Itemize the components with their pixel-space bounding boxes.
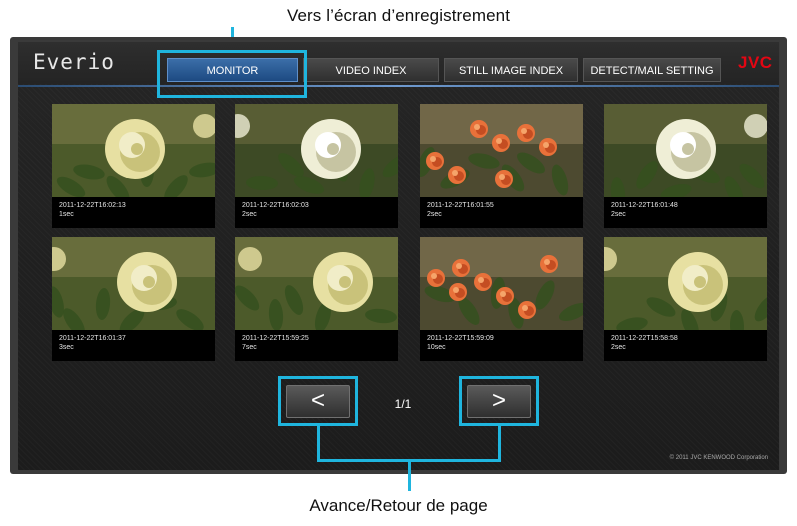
video-timestamp: 2011-12-22T16:01:55 <box>427 202 494 209</box>
video-thumbnail[interactable]: 2011-12-22T16:02:03 2sec <box>235 104 398 228</box>
video-timestamp: 2011-12-22T15:59:25 <box>242 335 309 342</box>
thumbnail-image <box>420 237 583 330</box>
thumbnail-image <box>52 104 215 197</box>
video-duration: 1sec <box>59 211 74 218</box>
thumbnail-caption: 2011-12-22T16:02:13 1sec <box>52 197 215 228</box>
thumbnail-image <box>235 237 398 330</box>
thumbnail-image <box>604 104 767 197</box>
video-thumbnail[interactable]: 2011-12-22T16:01:37 3sec <box>52 237 215 361</box>
header-divider <box>18 85 779 87</box>
thumbnail-caption: 2011-12-22T16:01:37 3sec <box>52 330 215 361</box>
annotation-line <box>498 426 501 462</box>
video-timestamp: 2011-12-22T16:02:03 <box>242 202 309 209</box>
video-thumbnail[interactable]: 2011-12-22T15:59:09 10sec <box>420 237 583 361</box>
video-thumbnail[interactable]: 2011-12-22T16:01:55 2sec <box>420 104 583 228</box>
video-timestamp: 2011-12-22T15:58:58 <box>611 335 678 342</box>
tab-detect-mail-setting[interactable]: DETECT/MAIL SETTING <box>583 58 721 82</box>
annotation-line <box>408 459 411 491</box>
annotation-box-prev <box>278 376 358 426</box>
video-timestamp: 2011-12-22T16:01:48 <box>611 202 678 209</box>
video-thumbnail[interactable]: 2011-12-22T16:01:48 2sec <box>604 104 767 228</box>
thumbnail-caption: 2011-12-22T16:01:48 2sec <box>604 197 767 228</box>
annotation-box-monitor <box>157 50 307 98</box>
thumbnail-image <box>235 104 398 197</box>
video-duration: 7sec <box>242 344 257 351</box>
top-annotation-caption: Vers l’écran d’enregistrement <box>286 6 511 25</box>
jvc-logo: JVC <box>738 53 773 72</box>
tab-video-index[interactable]: VIDEO INDEX <box>303 58 439 82</box>
video-timestamp: 2011-12-22T15:59:09 <box>427 335 494 342</box>
page-indicator: 1/1 <box>394 397 412 411</box>
everio-logo: Everio <box>33 50 115 74</box>
copyright-text: © 2011 JVC KENWOOD Corporation <box>669 455 768 461</box>
thumbnail-caption: 2011-12-22T16:01:55 2sec <box>420 197 583 228</box>
thumbnail-image <box>52 237 215 330</box>
video-duration: 2sec <box>242 211 257 218</box>
video-duration: 2sec <box>427 211 442 218</box>
thumbnail-image <box>420 104 583 197</box>
video-duration: 10sec <box>427 344 446 351</box>
tab-still-image-index[interactable]: STILL IMAGE INDEX <box>444 58 578 82</box>
thumbnail-caption: 2011-12-22T16:02:03 2sec <box>235 197 398 228</box>
thumbnail-caption: 2011-12-22T15:58:58 2sec <box>604 330 767 361</box>
bottom-annotation-caption: Avance/Retour de page <box>309 496 488 515</box>
thumbnail-image <box>604 237 767 330</box>
video-thumbnail[interactable]: 2011-12-22T16:02:13 1sec <box>52 104 215 228</box>
annotation-line <box>317 426 320 462</box>
video-timestamp: 2011-12-22T16:01:37 <box>59 335 126 342</box>
thumbnail-caption: 2011-12-22T15:59:25 7sec <box>235 330 398 361</box>
video-timestamp: 2011-12-22T16:02:13 <box>59 202 126 209</box>
thumbnail-caption: 2011-12-22T15:59:09 10sec <box>420 330 583 361</box>
video-duration: 2sec <box>611 211 626 218</box>
annotation-box-next <box>459 376 539 426</box>
video-duration: 2sec <box>611 344 626 351</box>
video-thumbnail[interactable]: 2011-12-22T15:59:25 7sec <box>235 237 398 361</box>
video-thumbnail[interactable]: 2011-12-22T15:58:58 2sec <box>604 237 767 361</box>
video-duration: 3sec <box>59 344 74 351</box>
